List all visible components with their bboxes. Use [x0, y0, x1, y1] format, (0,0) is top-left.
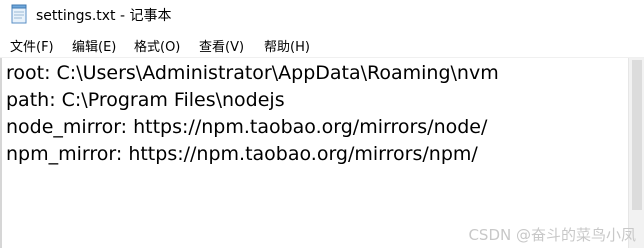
document-line[interactable]: root: C:\Users\Administrator\AppData\Roa… [6, 62, 499, 84]
menu-edit[interactable]: 编辑(E) [72, 36, 116, 55]
text-editor-area[interactable]: root: C:\Users\Administrator\AppData\Roa… [0, 57, 644, 248]
editor-left-border [0, 58, 2, 248]
scrollbar-thumb[interactable] [632, 60, 642, 210]
notepad-icon [11, 4, 27, 24]
window-title: settings.txt - 记事本 [36, 8, 172, 24]
watermark-text: CSDN @奋斗的菜鸟小凤 [468, 226, 636, 244]
document-line[interactable]: npm_mirror: https://npm.taobao.org/mirro… [6, 143, 478, 165]
title-bar[interactable]: settings.txt - 记事本 [0, 0, 644, 31]
menu-file[interactable]: 文件(F) [10, 36, 54, 55]
menu-format[interactable]: 格式(O) [134, 36, 180, 55]
menu-view[interactable]: 查看(V) [199, 36, 244, 55]
menu-bar: 文件(F) 编辑(E) 格式(O) 查看(V) 帮助(H) [0, 31, 644, 57]
document-line[interactable]: node_mirror: https://npm.taobao.org/mirr… [6, 116, 487, 138]
document-line[interactable]: path: C:\Program Files\nodejs [6, 89, 285, 111]
menu-help[interactable]: 帮助(H) [264, 36, 310, 55]
vertical-scrollbar[interactable] [628, 58, 644, 248]
notepad-window: settings.txt - 记事本 文件(F) 编辑(E) 格式(O) 查看(… [0, 0, 644, 248]
